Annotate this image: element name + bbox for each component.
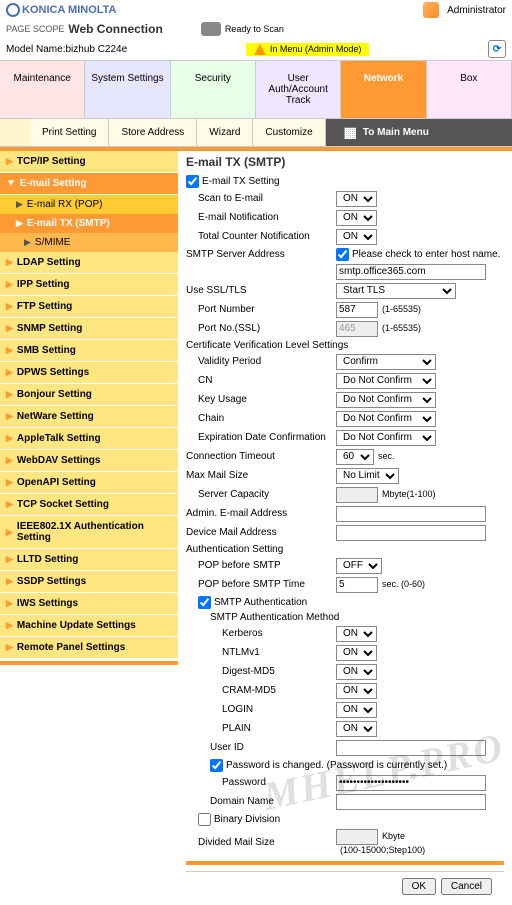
sidebar-machine-update[interactable]: ▶Machine Update Settings	[0, 615, 178, 637]
email-notif-select[interactable]: ON	[336, 210, 377, 226]
brand: KONICA MINOLTA	[22, 4, 117, 16]
sidebar-ieee8021x[interactable]: ▶IEEE802.1X Authentication Setting	[0, 516, 178, 549]
webconn-label: Web Connection	[68, 22, 162, 36]
kerberos-select[interactable]: ON	[336, 626, 377, 642]
refresh-button[interactable]: ⟳	[488, 40, 506, 58]
digest-select[interactable]: ON	[336, 664, 377, 680]
admin-icon	[423, 2, 439, 18]
subtab-wizard[interactable]: Wizard	[197, 119, 253, 146]
sidebar-netware[interactable]: ▶NetWare Setting	[0, 406, 178, 428]
ready-label: Ready to Scan	[225, 24, 284, 34]
sidebar-remote-panel[interactable]: ▶Remote Panel Settings	[0, 637, 178, 659]
ntlm-select[interactable]: ON	[336, 645, 377, 661]
admin-email-input[interactable]	[336, 506, 486, 522]
to-main-menu[interactable]: ▦To Main Menu	[326, 119, 512, 146]
sidebar-email[interactable]: ▼E-mail Setting	[0, 173, 178, 195]
scan-to-email-select[interactable]: ON	[336, 191, 377, 207]
admin-label: Administrator	[447, 5, 506, 16]
sidebar-iws[interactable]: ▶IWS Settings	[0, 593, 178, 615]
sidebar-bonjour[interactable]: ▶Bonjour Setting	[0, 384, 178, 406]
model-value: bizhub C224e	[65, 44, 127, 55]
tab-network[interactable]: Network	[341, 61, 426, 118]
plain-select[interactable]: ON	[336, 721, 377, 737]
sidebar-tcpip[interactable]: ▶TCP/IP Setting	[0, 151, 178, 173]
binary-div-checkbox[interactable]	[198, 813, 211, 826]
port-input[interactable]	[336, 302, 378, 318]
sidebar-smime[interactable]: ▶S/MIME	[0, 233, 178, 252]
sidebar-openapi[interactable]: ▶OpenAPI Setting	[0, 472, 178, 494]
subtab-customize[interactable]: Customize	[253, 119, 325, 146]
sidebar-smb[interactable]: ▶SMB Setting	[0, 340, 178, 362]
sidebar-ipp[interactable]: ▶IPP Setting	[0, 274, 178, 296]
cn-select[interactable]: Do Not Confirm	[336, 373, 436, 389]
cancel-button[interactable]: Cancel	[441, 878, 492, 895]
smtp-auth-checkbox[interactable]	[198, 596, 211, 609]
sidebar-snmp[interactable]: ▶SNMP Setting	[0, 318, 178, 340]
exp-select[interactable]: Do Not Confirm	[336, 430, 436, 446]
sidebar-dpws[interactable]: ▶DPWS Settings	[0, 362, 178, 384]
sidebar-ssdp[interactable]: ▶SSDP Settings	[0, 571, 178, 593]
scanner-icon	[201, 22, 221, 36]
hostname-checkbox[interactable]	[336, 248, 349, 261]
domain-input[interactable]	[336, 794, 486, 810]
tab-maintenance[interactable]: Maintenance	[0, 61, 85, 118]
tab-box[interactable]: Box	[427, 61, 512, 118]
tab-system[interactable]: System Settings	[85, 61, 170, 118]
timeout-select[interactable]: 60	[336, 449, 374, 465]
tx-setting-checkbox[interactable]	[186, 175, 199, 188]
port-ssl-input[interactable]	[336, 321, 378, 337]
cram-select[interactable]: ON	[336, 683, 377, 699]
tab-security[interactable]: Security	[171, 61, 256, 118]
chain-select[interactable]: Do Not Confirm	[336, 411, 436, 427]
sidebar-lltd[interactable]: ▶LLTD Setting	[0, 549, 178, 571]
sidebar-webdav[interactable]: ▶WebDAV Settings	[0, 450, 178, 472]
sidebar-tcpsocket[interactable]: ▶TCP Socket Setting	[0, 494, 178, 516]
maxmail-select[interactable]: No Limit	[336, 468, 399, 484]
ok-button[interactable]: OK	[402, 878, 436, 895]
smtp-host-input[interactable]	[336, 264, 486, 280]
device-email-input[interactable]	[336, 525, 486, 541]
ssl-select[interactable]: Start TLS	[336, 283, 456, 299]
server-capacity-input[interactable]	[336, 487, 378, 503]
sidebar-appletalk[interactable]: ▶AppleTalk Setting	[0, 428, 178, 450]
page-title: E-mail TX (SMTP)	[186, 155, 504, 169]
tab-user-auth[interactable]: User Auth/Account Track	[256, 61, 341, 118]
sidebar-email-tx[interactable]: ▶E-mail TX (SMTP)	[0, 214, 178, 233]
key-usage-select[interactable]: Do Not Confirm	[336, 392, 436, 408]
subtab-store[interactable]: Store Address	[109, 119, 197, 146]
warning-icon	[254, 44, 266, 55]
validity-select[interactable]: Confirm	[336, 354, 436, 370]
pop-time-input[interactable]	[336, 577, 378, 593]
pwd-changed-checkbox[interactable]	[210, 759, 223, 772]
mode-banner: In Menu (Admin Mode)	[246, 43, 370, 56]
subtab-print[interactable]: Print Setting	[30, 119, 109, 146]
userid-input[interactable]	[336, 740, 486, 756]
password-input[interactable]	[336, 775, 486, 791]
pop-smtp-select[interactable]: OFF	[336, 558, 382, 574]
login-select[interactable]: ON	[336, 702, 377, 718]
sidebar-email-rx[interactable]: ▶E-mail RX (POP)	[0, 195, 178, 214]
total-counter-select[interactable]: ON	[336, 229, 377, 245]
sidebar-ftp[interactable]: ▶FTP Setting	[0, 296, 178, 318]
divsize-input[interactable]	[336, 829, 378, 845]
model-label: Model Name:	[6, 44, 65, 55]
sidebar-ldap[interactable]: ▶LDAP Setting	[0, 252, 178, 274]
pagescope-label: PAGE SCOPE	[6, 24, 64, 34]
